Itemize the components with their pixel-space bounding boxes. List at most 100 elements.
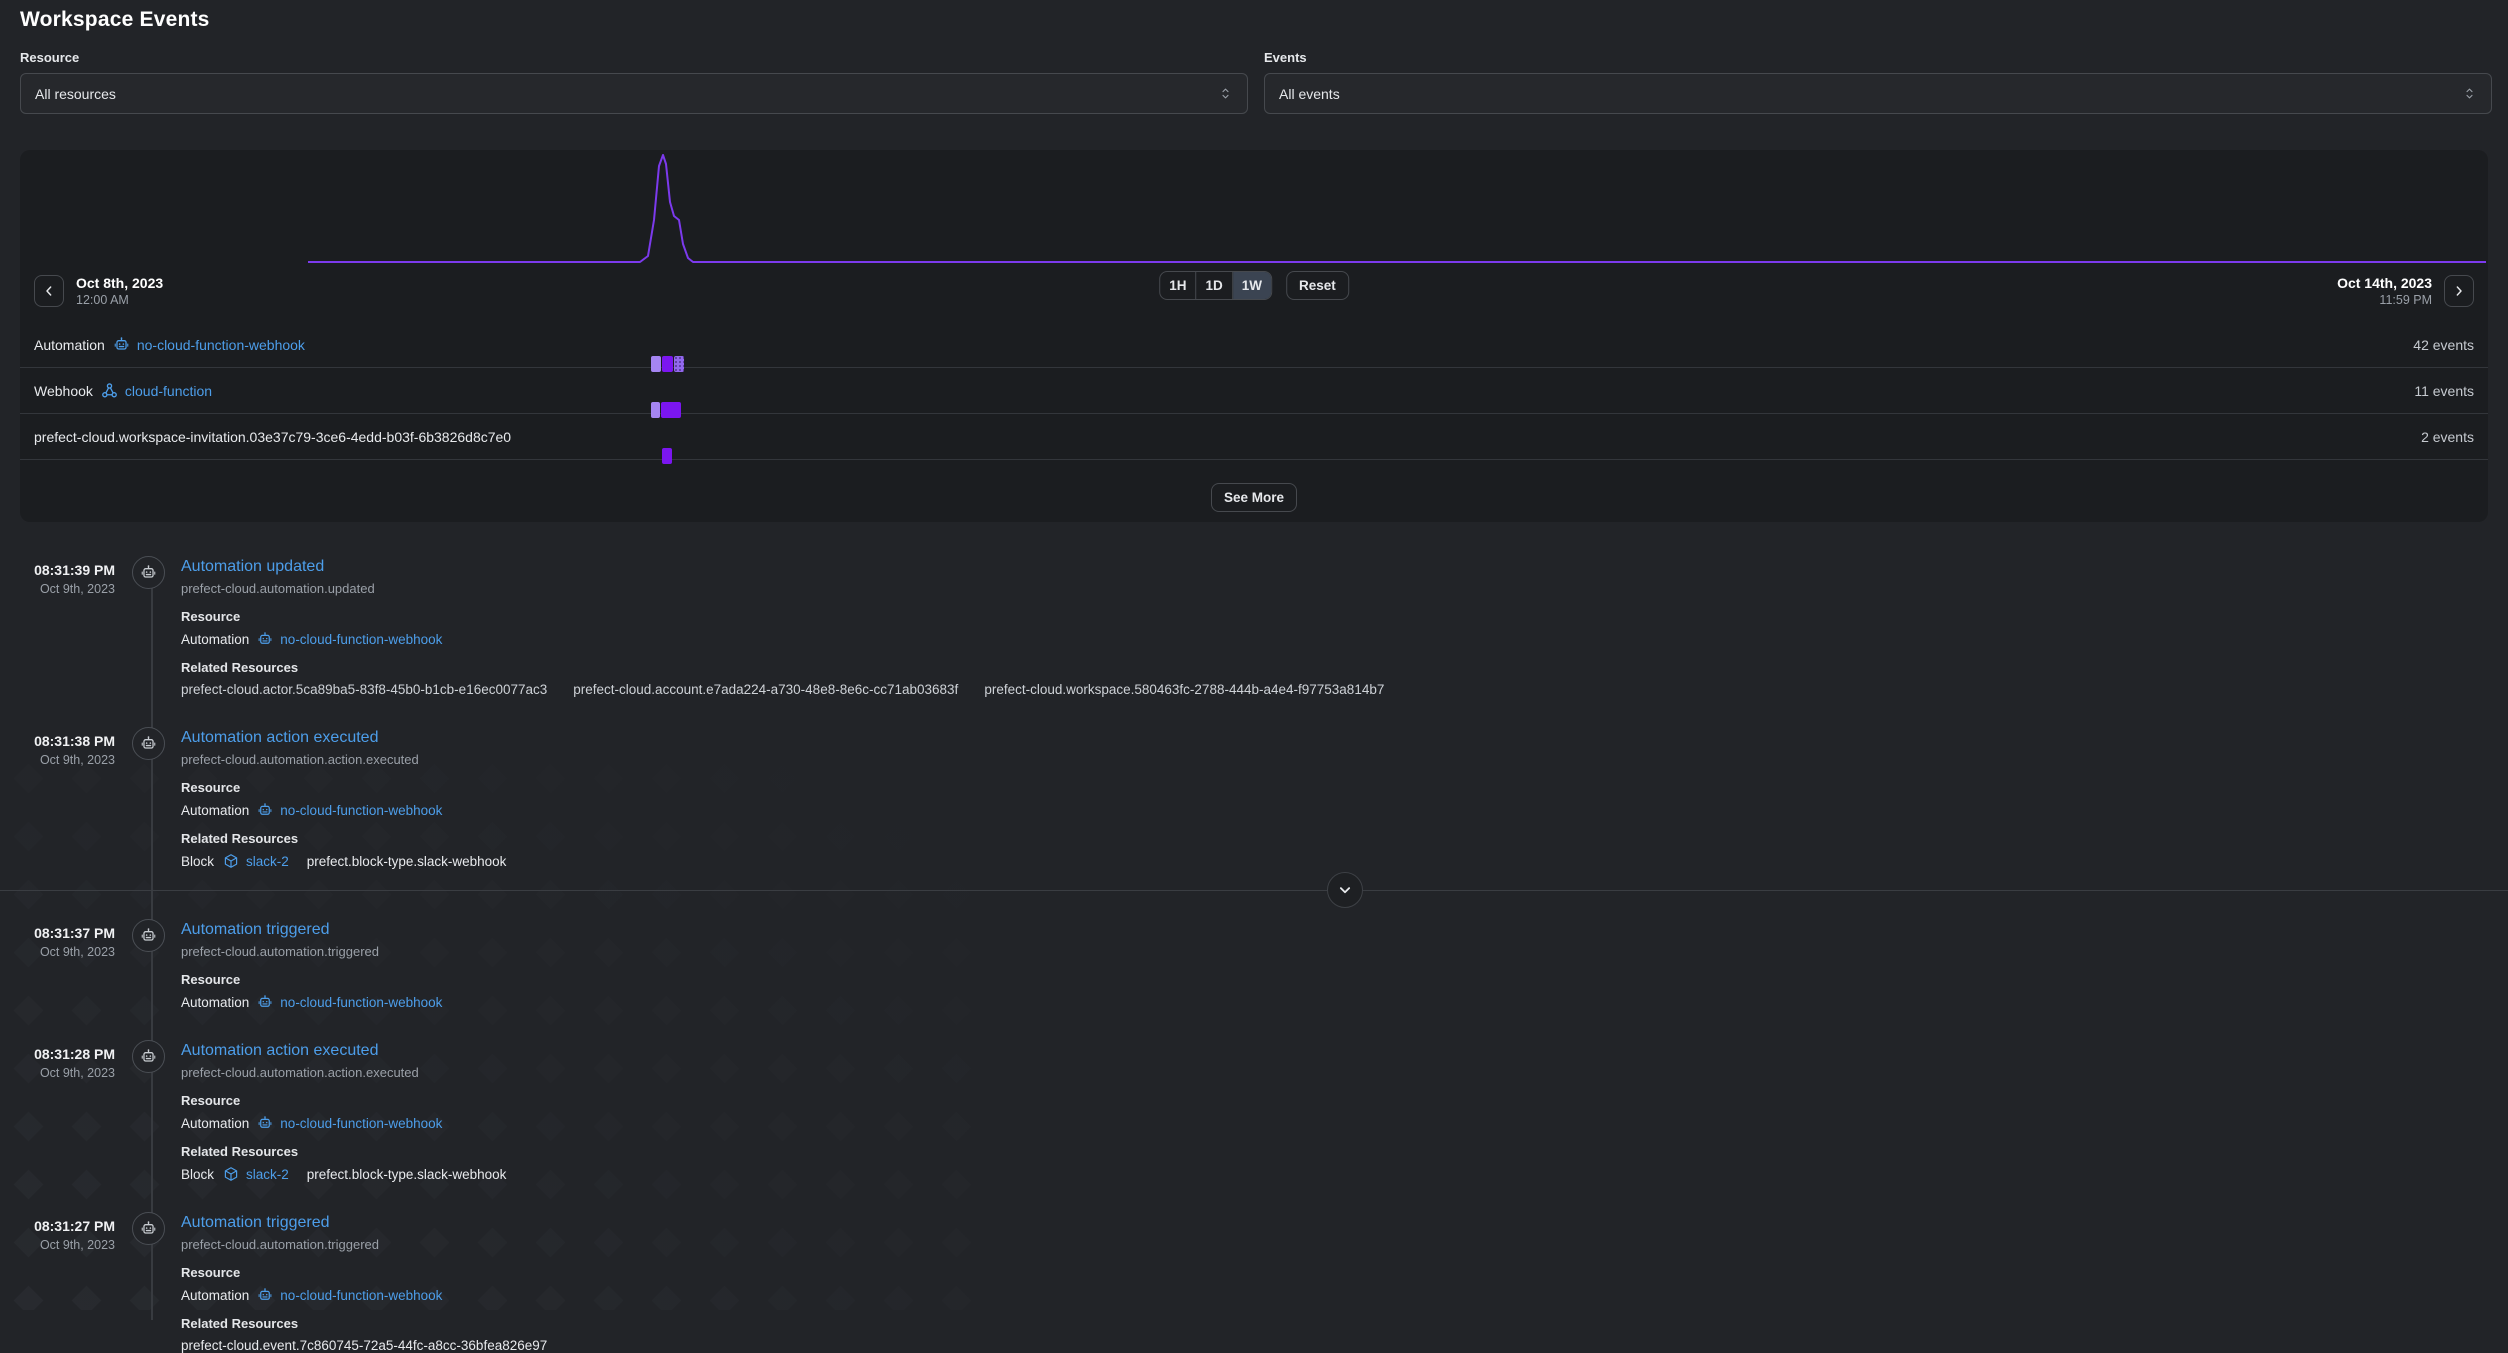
resource-link[interactable]: no-cloud-function-webhook: [280, 1116, 442, 1131]
timeline-prev-button[interactable]: [34, 275, 64, 307]
expand-events-button[interactable]: [1327, 872, 1363, 908]
timeline-node: [132, 1212, 165, 1245]
related-kind: Block: [181, 854, 214, 869]
event-time: 08:31:39 PM: [20, 562, 115, 578]
reset-button[interactable]: Reset: [1286, 271, 1349, 300]
feed-event-item: 08:31:39 PM Oct 9th, 2023 Automation upd…: [0, 556, 2508, 697]
range-1d-button[interactable]: 1D: [1196, 272, 1232, 299]
range-start-date: Oct 8th, 2023: [76, 275, 163, 291]
see-more-button[interactable]: See More: [1211, 483, 1297, 512]
range-1w-button[interactable]: 1W: [1233, 272, 1271, 299]
block-cube-icon: [223, 853, 239, 869]
resource-section-label: Resource: [181, 972, 2508, 987]
event-marker: [651, 356, 661, 372]
page-title: Workspace Events: [20, 8, 210, 32]
related-section-label: Related Resources: [181, 831, 2508, 846]
robot-icon: [257, 994, 273, 1010]
feed-event-item: 08:31:27 PM Oct 9th, 2023 Automation tri…: [0, 1212, 2508, 1353]
resource-section-label: Resource: [181, 1265, 2508, 1280]
resource-kind: Automation: [34, 337, 105, 353]
related-section-label: Related Resources: [181, 660, 2508, 675]
chevron-right-icon: [2451, 283, 2467, 299]
event-title-link[interactable]: Automation action executed: [181, 729, 378, 747]
event-type: prefect-cloud.automation.action.executed: [181, 1065, 2508, 1080]
resource-link[interactable]: no-cloud-function-webhook: [280, 803, 442, 818]
feed-expand-divider: [0, 873, 2508, 907]
related-link[interactable]: slack-2: [246, 854, 289, 869]
resource-link[interactable]: cloud-function: [125, 383, 212, 399]
related-resource: prefect-cloud.event.7c860745-72a5-44fc-a…: [181, 1338, 547, 1353]
robot-icon: [257, 802, 273, 818]
range-end-date: Oct 14th, 2023: [2337, 275, 2432, 291]
related-block-type: prefect.block-type.slack-webhook: [307, 1167, 507, 1182]
event-type: prefect-cloud.automation.updated: [181, 581, 2508, 596]
resource-row-webhook: Webhook cloud-function 11 events: [20, 368, 2488, 414]
feed-event-item: 08:31:38 PM Oct 9th, 2023 Automation act…: [0, 727, 2508, 869]
event-marker: [662, 356, 673, 372]
resource-kind: prefect-cloud.workspace-invitation.03e37…: [34, 429, 511, 445]
resource-kind: Automation: [181, 803, 249, 818]
event-marker: [661, 402, 681, 418]
event-time: 08:31:37 PM: [20, 925, 115, 941]
related-block-type: prefect.block-type.slack-webhook: [307, 854, 507, 869]
timeline-next-button[interactable]: [2444, 275, 2474, 307]
resource-section-label: Resource: [181, 609, 2508, 624]
resource-select-value: All resources: [35, 86, 116, 102]
robot-icon: [140, 735, 157, 752]
events-select[interactable]: All events: [1264, 73, 2492, 114]
related-resource: prefect-cloud.workspace.580463fc-2788-44…: [984, 682, 1384, 697]
event-title-link[interactable]: Automation action executed: [181, 1042, 378, 1060]
timeline-node: [132, 919, 165, 952]
related-section-label: Related Resources: [181, 1316, 2508, 1331]
related-kind: Block: [181, 1167, 214, 1182]
event-marker: [651, 402, 660, 418]
event-type: prefect-cloud.automation.action.executed: [181, 752, 2508, 767]
resource-link[interactable]: no-cloud-function-webhook: [280, 632, 442, 647]
resource-kind: Automation: [181, 995, 249, 1010]
event-title-link[interactable]: Automation triggered: [181, 1214, 330, 1232]
range-segmented-control: 1H 1D 1W: [1159, 271, 1272, 300]
timeline-node: [132, 1040, 165, 1073]
event-date: Oct 9th, 2023: [20, 1238, 115, 1252]
resource-link[interactable]: no-cloud-function-webhook: [137, 337, 305, 353]
related-link[interactable]: slack-2: [246, 1167, 289, 1182]
range-1h-button[interactable]: 1H: [1160, 272, 1196, 299]
event-date: Oct 9th, 2023: [20, 753, 115, 767]
resource-kind: Automation: [181, 1288, 249, 1303]
event-time: 08:31:38 PM: [20, 733, 115, 749]
event-title-link[interactable]: Automation updated: [181, 558, 324, 576]
events-select-value: All events: [1279, 86, 1340, 102]
resource-section-label: Resource: [181, 780, 2508, 795]
resource-kind: Automation: [181, 1116, 249, 1131]
resource-row-workspace-invitation: prefect-cloud.workspace-invitation.03e37…: [20, 414, 2488, 460]
related-resource: prefect-cloud.actor.5ca89ba5-83f8-45b0-b…: [181, 682, 547, 697]
chevron-left-icon: [41, 283, 57, 299]
resource-filter-label: Resource: [20, 50, 1248, 65]
select-carets-icon: [1218, 86, 1233, 101]
robot-icon: [257, 1287, 273, 1303]
event-count: 11 events: [2414, 383, 2474, 399]
timeline-node: [132, 556, 165, 589]
event-marker: [662, 448, 672, 464]
resource-link[interactable]: no-cloud-function-webhook: [280, 1288, 442, 1303]
resource-rows: Automation no-cloud-function-webhook 42 …: [20, 322, 2488, 460]
resource-kind: Automation: [181, 632, 249, 647]
divider-line: [0, 890, 2508, 891]
event-feed: 08:31:39 PM Oct 9th, 2023 Automation upd…: [0, 556, 2508, 1353]
range-start-time: 12:00 AM: [76, 293, 163, 307]
resource-select[interactable]: All resources: [20, 73, 1248, 114]
select-carets-icon: [2462, 86, 2477, 101]
event-count: 2 events: [2421, 429, 2474, 445]
robot-icon: [257, 631, 273, 647]
related-resource: prefect-cloud.account.e7ada224-a730-48e8…: [573, 682, 958, 697]
event-title-link[interactable]: Automation triggered: [181, 921, 330, 939]
timeline-node: [132, 727, 165, 760]
event-count: 42 events: [2413, 337, 2474, 353]
feed-event-item: 08:31:28 PM Oct 9th, 2023 Automation act…: [0, 1040, 2508, 1182]
robot-icon: [140, 1048, 157, 1065]
robot-icon: [140, 564, 157, 581]
robot-icon: [140, 927, 157, 944]
resource-link[interactable]: no-cloud-function-webhook: [280, 995, 442, 1010]
event-time: 08:31:27 PM: [20, 1218, 115, 1234]
related-section-label: Related Resources: [181, 1144, 2508, 1159]
